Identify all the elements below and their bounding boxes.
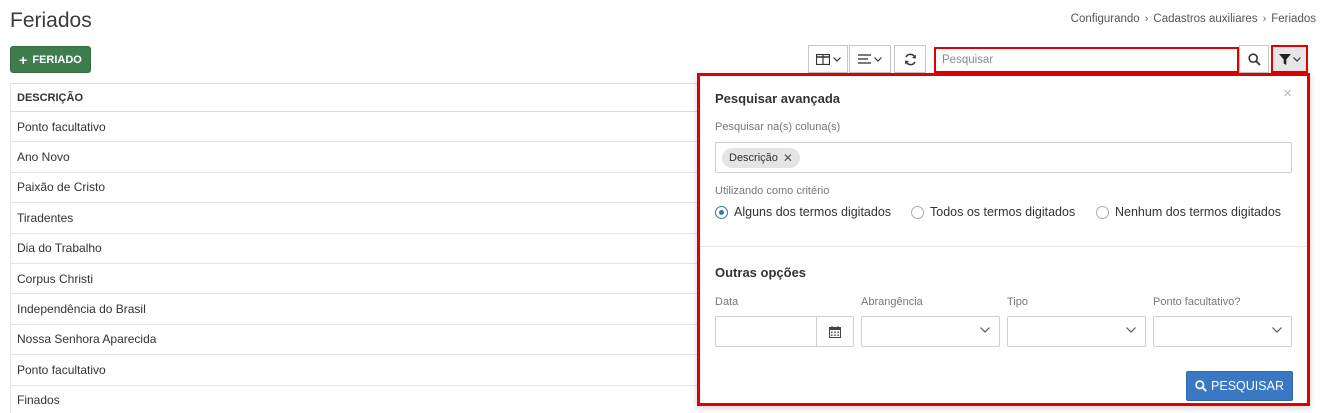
- chevron-right-icon: ›: [1262, 13, 1267, 25]
- page-title: Feriados: [10, 9, 92, 32]
- chevron-right-icon: ›: [1144, 13, 1149, 25]
- criteria-option-label: Todos os termos digitados: [930, 205, 1076, 219]
- columns-select[interactable]: Descrição ✕: [715, 142, 1292, 173]
- breadcrumb: Configurando › Cadastros auxiliares › Fe…: [1071, 13, 1316, 25]
- filter-icon: [1278, 53, 1291, 65]
- scope-label: Abrangência: [861, 296, 923, 308]
- advanced-filter-button[interactable]: [1271, 45, 1308, 73]
- type-select[interactable]: [1007, 316, 1146, 347]
- type-label: Tipo: [1007, 296, 1028, 308]
- divider: [700, 246, 1307, 247]
- search-icon: [1195, 380, 1207, 392]
- criteria-option-none[interactable]: Nenhum dos termos digitados: [1096, 205, 1281, 219]
- column-chip-label: Descrição: [729, 151, 778, 164]
- criteria-label: Utilizando como critério: [715, 185, 830, 197]
- date-label: Data: [715, 296, 739, 308]
- table-row[interactable]: Ano Novo: [10, 142, 710, 173]
- calendar-icon[interactable]: [816, 317, 853, 346]
- breadcrumb-item-configurando[interactable]: Configurando: [1071, 13, 1140, 25]
- list-options-button[interactable]: [849, 45, 891, 73]
- columns-label: Pesquisar na(s) coluna(s): [715, 121, 841, 133]
- criteria-option-label: Alguns dos termos digitados: [734, 205, 892, 219]
- chevron-down-icon: [874, 56, 882, 62]
- scope-select[interactable]: [861, 316, 1000, 347]
- radio-icon[interactable]: [911, 205, 924, 219]
- criteria-option-some[interactable]: Alguns dos termos digitados: [715, 205, 891, 219]
- table-row[interactable]: Ponto facultativo: [10, 112, 710, 143]
- refresh-button[interactable]: [894, 45, 926, 73]
- search-input[interactable]: Pesquisar: [934, 47, 1239, 73]
- chevron-down-icon: [832, 56, 841, 62]
- refresh-icon: [904, 53, 916, 65]
- date-input[interactable]: [715, 316, 854, 347]
- table-row[interactable]: Dia do Trabalho: [10, 233, 710, 264]
- optional-label: Ponto facultativo?: [1153, 296, 1241, 308]
- advanced-search-panel: × Pesquisar avançada Pesquisar na(s) col…: [697, 73, 1310, 406]
- radio-icon[interactable]: [1096, 205, 1109, 219]
- table-row[interactable]: Ponto facultativo: [10, 355, 710, 386]
- add-holiday-button[interactable]: + FERIADO: [10, 46, 91, 73]
- table-row[interactable]: Corpus Christi: [10, 263, 710, 295]
- chevron-down-icon: [980, 327, 990, 333]
- other-options-title: Outras opções: [715, 265, 807, 280]
- remove-chip-icon[interactable]: ✕: [783, 151, 793, 165]
- plus-icon: +: [19, 51, 28, 68]
- list-icon: [858, 54, 871, 64]
- chevron-down-icon: [1126, 327, 1136, 333]
- optional-select[interactable]: [1153, 316, 1292, 347]
- table-row[interactable]: Independência do Brasil: [10, 294, 710, 325]
- breadcrumb-item-cadastros[interactable]: Cadastros auxiliares: [1153, 13, 1257, 25]
- search-icon: [1247, 52, 1261, 66]
- table-row[interactable]: Nossa Senhora Aparecida: [10, 324, 710, 356]
- table-row[interactable]: Paixão de Cristo: [10, 172, 710, 204]
- holidays-table: DESCRIÇÃO Ponto facultativo Ano Novo Pai…: [10, 83, 710, 413]
- table-row[interactable]: Tiradentes: [10, 203, 710, 234]
- submit-search-label: PESQUISAR: [1211, 379, 1284, 393]
- criteria-option-all[interactable]: Todos os termos digitados: [911, 205, 1075, 219]
- columns-icon: [815, 53, 830, 65]
- submit-search-button[interactable]: PESQUISAR: [1186, 371, 1293, 401]
- chevron-down-icon: [1272, 327, 1282, 333]
- search-button[interactable]: [1239, 45, 1269, 73]
- column-header-description[interactable]: DESCRIÇÃO: [10, 84, 710, 112]
- columns-toggle-button[interactable]: [808, 45, 848, 73]
- column-chip: Descrição ✕: [722, 147, 800, 168]
- breadcrumb-item-current: Feriados: [1271, 13, 1316, 25]
- radio-checked-icon[interactable]: [715, 205, 728, 219]
- close-icon[interactable]: ×: [1283, 86, 1292, 101]
- advanced-search-title: Pesquisar avançada: [715, 91, 841, 106]
- chevron-down-icon: [1292, 56, 1301, 62]
- table-row[interactable]: Finados: [10, 385, 710, 413]
- add-holiday-label: FERIADO: [32, 53, 82, 66]
- criteria-option-label: Nenhum dos termos digitados: [1115, 205, 1282, 219]
